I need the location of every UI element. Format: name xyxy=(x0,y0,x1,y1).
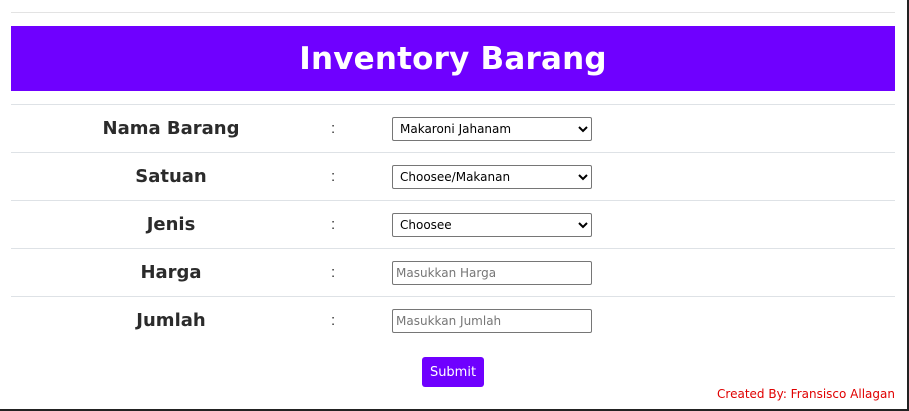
harga-input[interactable] xyxy=(392,260,592,285)
satuan-label: Satuan xyxy=(135,166,207,187)
form-row-satuan: Satuan : Choosee/Makanan xyxy=(11,152,895,201)
jenis-select[interactable]: Choosee xyxy=(392,212,592,237)
form-row-jumlah: Jumlah : xyxy=(11,296,895,345)
separator: : xyxy=(331,216,336,233)
top-divider xyxy=(11,12,895,13)
form-row-harga: Harga : xyxy=(11,248,895,297)
separator: : xyxy=(331,264,336,281)
satuan-select[interactable]: Choosee/Makanan xyxy=(392,164,592,189)
separator: : xyxy=(331,120,336,137)
separator: : xyxy=(331,312,336,330)
submit-button[interactable]: Submit xyxy=(422,357,484,387)
nama-barang-label: Nama Barang xyxy=(102,118,240,139)
page-title: Inventory Barang xyxy=(299,40,607,77)
credit-text: Created By: Fransisco Allagan xyxy=(717,387,895,401)
jumlah-label: Jumlah xyxy=(136,310,206,332)
nama-barang-select[interactable]: Makaroni Jahanam xyxy=(392,116,592,141)
inventory-form: Nama Barang : Makaroni Jahanam Satuan : … xyxy=(11,104,895,345)
jumlah-input[interactable] xyxy=(392,308,592,333)
form-row-nama-barang: Nama Barang : Makaroni Jahanam xyxy=(11,104,895,153)
form-row-jenis: Jenis : Choosee xyxy=(11,200,895,249)
separator: : xyxy=(331,168,336,185)
jenis-label: Jenis xyxy=(146,214,196,235)
harga-label: Harga xyxy=(140,262,202,283)
page-header: Inventory Barang xyxy=(11,26,895,91)
